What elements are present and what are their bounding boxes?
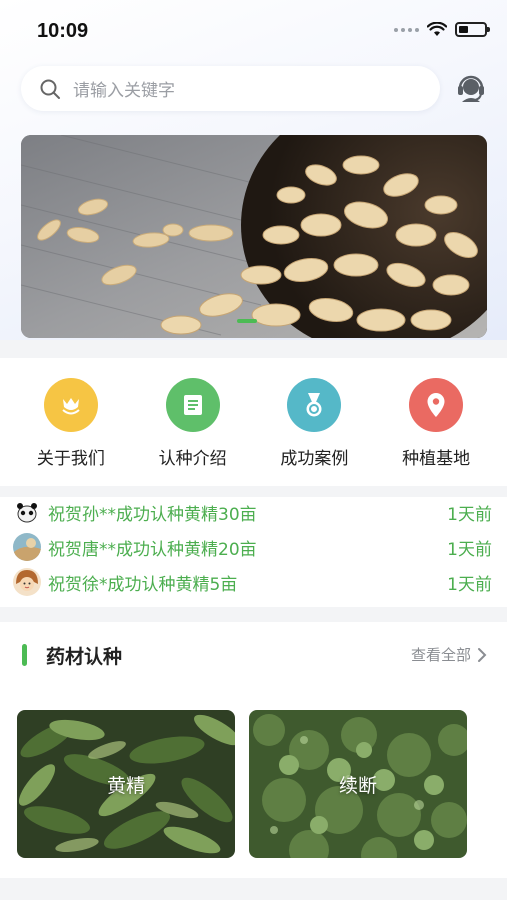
- news-time: 1天前: [447, 539, 492, 560]
- search-placeholder: 请输入关键字: [73, 81, 175, 101]
- menu-label: 关于我们: [36, 449, 105, 469]
- news-text: 祝贺唐**成功认种黄精20亩: [48, 539, 257, 560]
- herb-name: 黄精: [106, 774, 145, 797]
- news-item[interactable]: 祝贺孙**成功认种黄精30亩 1天前: [0, 497, 507, 529]
- location-pin-icon: [409, 378, 464, 432]
- news-item[interactable]: 祝贺唐**成功认种黄精20亩 1天前: [0, 530, 507, 564]
- menu-item-intro[interactable]: 认种介绍: [138, 378, 248, 486]
- news-time: 1天前: [447, 574, 492, 595]
- document-icon: [165, 378, 220, 432]
- herb-card-huangjing[interactable]: 黄精: [17, 710, 235, 858]
- news-text: 祝贺孙**成功认种黄精30亩: [48, 504, 257, 525]
- customer-service-icon[interactable]: [454, 72, 488, 106]
- news-ticker: 祝贺孙**成功认种黄精30亩 1天前 祝贺唐**成功认种黄精20亩 1天前 祝贺…: [0, 497, 507, 607]
- wifi-icon: [427, 22, 447, 36]
- signal-icon: [394, 27, 419, 32]
- news-text: 祝贺徐*成功认种黄精5亩: [48, 574, 238, 595]
- view-all-link[interactable]: 查看全部: [411, 644, 487, 665]
- carousel-indicator: [237, 319, 257, 323]
- menu-grid: 关于我们 认种介绍 成功案例 种植基地: [0, 358, 507, 486]
- menu-label: 认种介绍: [158, 449, 227, 469]
- status-time: 10:09: [37, 20, 89, 42]
- menu-item-success-cases[interactable]: 成功案例: [259, 378, 369, 486]
- tulip-icon: [43, 378, 98, 432]
- view-all-label: 查看全部: [410, 646, 471, 664]
- menu-item-planting-base[interactable]: 种植基地: [381, 378, 491, 486]
- section-title: 药材认种: [46, 646, 123, 668]
- chevron-right-icon: [478, 647, 487, 662]
- avatar: [13, 568, 41, 596]
- news-time: 1天前: [447, 504, 492, 525]
- herb-name: 续断: [338, 774, 377, 797]
- search-icon: [40, 79, 60, 99]
- banner-image: [21, 135, 487, 338]
- herb-adoption-section: 药材认种 查看全部 黄精 续断: [0, 622, 507, 878]
- search-input[interactable]: 请输入关键字: [21, 66, 440, 111]
- avatar: [13, 498, 41, 526]
- avatar: [13, 533, 41, 561]
- menu-label: 成功案例: [280, 449, 349, 469]
- status-bar: 10:09: [0, 0, 507, 60]
- menu-label: 种植基地: [402, 449, 471, 469]
- status-icons: [394, 22, 490, 37]
- battery-icon: [455, 22, 490, 37]
- menu-item-about-us[interactable]: 关于我们: [16, 378, 126, 486]
- banner-carousel[interactable]: [21, 135, 487, 338]
- herb-card-xuduan[interactable]: 续断: [249, 710, 467, 858]
- section-accent-bar: [22, 644, 27, 666]
- medal-icon: [287, 378, 342, 432]
- news-item[interactable]: 祝贺徐*成功认种黄精5亩 1天前: [0, 565, 507, 599]
